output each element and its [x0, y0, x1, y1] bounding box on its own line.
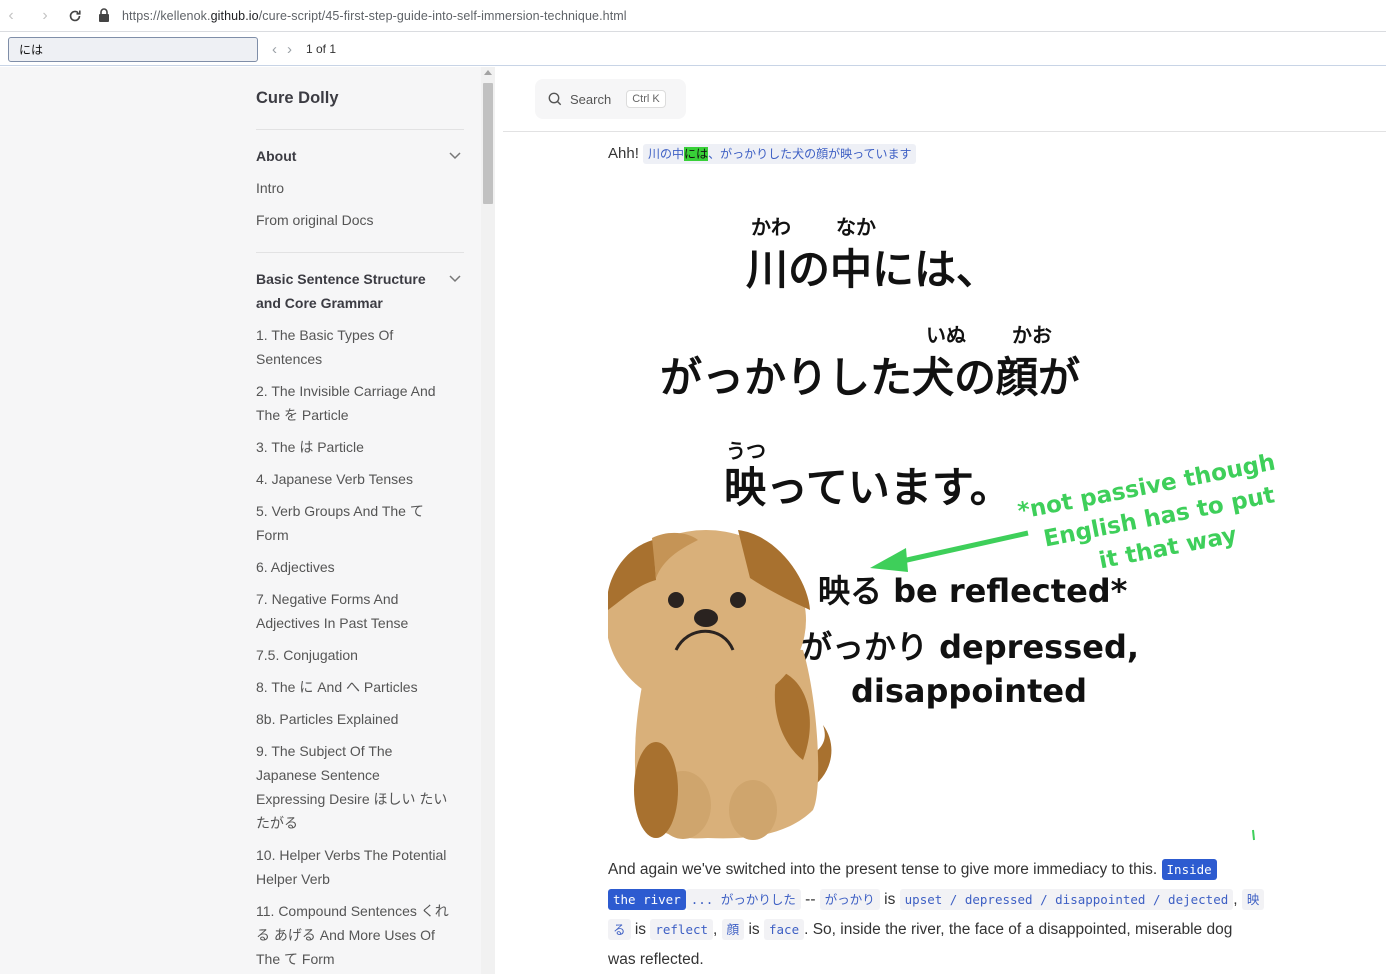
- code-upset-meanings[interactable]: upset / depressed / disappointed / dejec…: [899, 889, 1234, 910]
- code-kao[interactable]: 顔: [721, 919, 745, 940]
- search-button[interactable]: Search Ctrl K: [535, 79, 686, 119]
- code-utsuru[interactable]: 映: [1241, 889, 1265, 910]
- sidebar-item-lesson[interactable]: 10. Helper Verbs The Potential Helper Ver…: [256, 843, 464, 891]
- sidebar-group-title: Basic Sentence Structure and Core Grammar: [256, 271, 426, 311]
- code-gakkari[interactable]: がっかり: [819, 889, 880, 910]
- sidebar-item-lesson[interactable]: 4. Japanese Verb Tenses: [256, 467, 464, 491]
- sad-dog-image: [608, 530, 832, 840]
- sidebar-item-lesson[interactable]: 2. The Invisible Carriage And The を Parti…: [256, 379, 464, 427]
- search-label: Search: [570, 91, 612, 107]
- sidebar-item-lesson[interactable]: 1. The Basic Types Of Sentences: [256, 323, 464, 371]
- furigana-kawa: かわ: [751, 215, 791, 239]
- gloss-gakkari: がっかり depressed,: [800, 628, 1139, 666]
- japanese-sentence-link[interactable]: 川の中には、がっかりした犬の顔が映っています: [643, 144, 917, 164]
- sidebar-item-lesson[interactable]: 6. Adjectives: [256, 555, 464, 579]
- selected-text[interactable]: Inside: [1161, 859, 1217, 880]
- sidebar-group-about[interactable]: About: [256, 144, 464, 168]
- furigana-naka: なか: [836, 215, 876, 239]
- sidebar-section-grammar: Basic Sentence Structure and Core Grammar…: [256, 253, 464, 971]
- furigana-kao: かお: [1012, 323, 1052, 347]
- code-gakkari-shita[interactable]: ... がっかりした: [685, 889, 801, 910]
- sidebar-item-lesson[interactable]: 7. Negative Forms And Adjectives In Past …: [256, 587, 464, 635]
- sidebar-scrollbar[interactable]: [481, 67, 495, 974]
- exclamation-text: Ahh!: [608, 145, 639, 162]
- code-utsuru[interactable]: る: [608, 919, 631, 940]
- sidebar-section-about: About Intro From original Docs: [256, 130, 464, 253]
- sidebar-item-lesson[interactable]: 8b. Particles Explained: [256, 707, 464, 731]
- sidebar-item-lesson[interactable]: 3. The は Particle: [256, 435, 464, 459]
- passive-note: *not passive though English has to put i…: [1016, 450, 1278, 575]
- search-shortcut: Ctrl K: [626, 90, 666, 108]
- find-bar: には ‹ › 1 of 1: [0, 33, 1386, 66]
- furigana-utsu: うつ: [726, 439, 766, 463]
- find-input[interactable]: には: [8, 36, 258, 62]
- search-icon: [548, 92, 562, 106]
- site-title[interactable]: Cure Dolly: [256, 89, 464, 130]
- chevron-down-icon[interactable]: [448, 144, 462, 168]
- sidebar-item-lesson[interactable]: 11. Compound Sentences くれる あげる And More …: [256, 899, 464, 971]
- sentence-line-3: 映っています。: [724, 463, 1012, 512]
- find-highlight: には: [684, 147, 709, 161]
- gloss-disappointed: disappointed: [851, 672, 1087, 710]
- code-reflect[interactable]: reflect: [650, 919, 714, 940]
- scroll-up-icon[interactable]: [484, 70, 492, 75]
- find-next-icon[interactable]: ›: [287, 41, 292, 58]
- sentence-line-2: がっかりした犬の顔が: [660, 353, 1080, 402]
- green-arrow-icon: [870, 530, 1029, 572]
- sidebar-item-lesson[interactable]: 5. Verb Groups And The て Form: [256, 499, 464, 547]
- scrollbar-thumb[interactable]: [483, 83, 493, 204]
- selected-text[interactable]: the river: [608, 889, 686, 910]
- find-previous-icon[interactable]: ‹: [272, 41, 277, 58]
- gloss-utsuru: 映る be reflected*: [818, 572, 1128, 610]
- sidebar-item-lesson[interactable]: 7.5. Conjugation: [256, 643, 464, 667]
- find-match-count: 1 of 1: [306, 42, 337, 56]
- code-face[interactable]: face: [764, 919, 805, 940]
- furigana-inu: いぬ: [926, 323, 966, 347]
- forward-icon[interactable]: ›: [34, 5, 56, 27]
- lock-icon[interactable]: [98, 7, 114, 25]
- reload-icon[interactable]: [64, 5, 86, 27]
- sentence-line-1: 川の中には、: [746, 245, 998, 294]
- sidebar-item-original-docs[interactable]: From original Docs: [256, 208, 464, 232]
- green-mark-icon: [1252, 829, 1255, 841]
- top-nav: Search Ctrl K: [503, 67, 1386, 132]
- sidebar-item-intro[interactable]: Intro: [256, 176, 464, 200]
- intro-line: Ahh! 川の中には、がっかりした犬の顔が映っています: [608, 143, 917, 165]
- sidebar-group-grammar[interactable]: Basic Sentence Structure and Core Grammar: [256, 267, 464, 315]
- sidebar-item-lesson[interactable]: 8. The に And へ Particles: [256, 675, 464, 699]
- chevron-down-icon[interactable]: [448, 267, 462, 291]
- address-bar: ‹ › https://kellenok.github.io/cure-scri…: [0, 0, 1386, 32]
- back-icon[interactable]: ‹: [0, 5, 22, 27]
- explanation-paragraph: And again we've switched into the presen…: [608, 855, 1288, 974]
- sidebar-group-title: About: [256, 148, 297, 164]
- lesson-illustration: かわ なか 川の中には、 いぬ かお がっかりした犬の顔が うつ 映っています。…: [608, 215, 1278, 841]
- url-text[interactable]: https://kellenok.github.io/cure-script/4…: [122, 9, 627, 23]
- sidebar-item-lesson[interactable]: 9. The Subject Of The Japanese Sentence Ex…: [256, 739, 464, 835]
- sidebar: Cure Dolly About Intro From original Doc…: [0, 67, 481, 974]
